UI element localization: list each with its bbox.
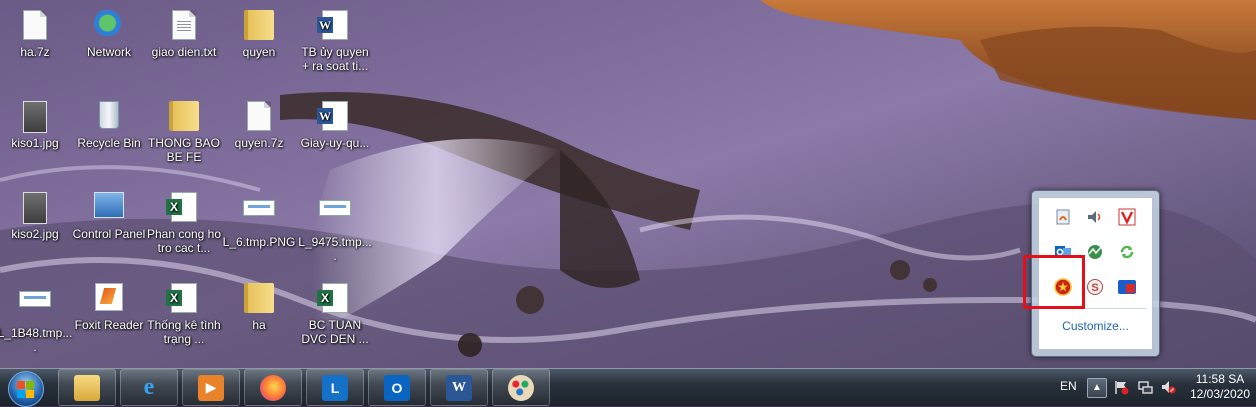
icon-label: TB ủy quyen + ra soat ti... bbox=[301, 45, 369, 73]
excel-doc-icon: X bbox=[317, 283, 351, 315]
folder-icon bbox=[168, 101, 200, 133]
desktop-icon-ha-folder[interactable]: ha bbox=[221, 283, 297, 332]
word-icon: W bbox=[446, 374, 472, 401]
desktop-icon-phan-cong[interactable]: X Phan cong ho tro cac t... bbox=[146, 192, 222, 255]
icon-label: BC TUAN DVC DEN ... bbox=[301, 318, 369, 346]
desktop-icon-recycle-bin[interactable]: Recycle Bin bbox=[71, 101, 147, 150]
desktop-icon-ha-7z[interactable]: ha.7z bbox=[0, 10, 73, 59]
show-hidden-icons-button[interactable]: ▲ bbox=[1087, 378, 1107, 398]
desktop-icon-l6-tmp[interactable]: L_6.tmp.PNG bbox=[221, 192, 297, 249]
icon-label: kiso2.jpg bbox=[11, 227, 59, 241]
recycle-bin-icon bbox=[93, 101, 125, 133]
icon-label: kiso1.jpg bbox=[11, 136, 59, 150]
file-icon bbox=[19, 10, 51, 42]
desktop-icon-thong-bao-be-fe[interactable]: THONG BAO BE FE bbox=[146, 101, 222, 164]
icon-label: Giay-uy-qu... bbox=[300, 136, 370, 150]
image-file-icon bbox=[19, 101, 51, 133]
taskbar-media-player-button[interactable]: ▶ bbox=[182, 369, 240, 406]
icon-label: L_6.tmp.PNG bbox=[222, 235, 296, 249]
windows-logo-icon bbox=[8, 371, 44, 407]
excel-doc-icon: X bbox=[166, 283, 200, 315]
icon-label: THONG BAO BE FE bbox=[147, 136, 220, 164]
image-file-icon bbox=[19, 192, 51, 224]
file-explorer-icon bbox=[74, 374, 100, 401]
taskbar-word-button[interactable]: W bbox=[430, 369, 488, 406]
icon-label: quyen bbox=[242, 45, 276, 59]
taskbar-explorer-button[interactable] bbox=[58, 369, 116, 406]
foxit-reader-icon bbox=[93, 283, 125, 315]
java-icon[interactable] bbox=[1052, 206, 1074, 228]
internet-explorer-icon: e bbox=[143, 374, 155, 400]
word-doc-icon: W bbox=[317, 101, 351, 133]
start-button[interactable] bbox=[4, 370, 46, 407]
annotation-highlight-box bbox=[1023, 255, 1085, 309]
text-file-icon bbox=[168, 10, 200, 42]
desktop-icon-kiso2[interactable]: kiso2.jpg bbox=[0, 192, 73, 241]
paint-icon bbox=[508, 374, 534, 401]
foxit-v-icon[interactable] bbox=[1116, 206, 1138, 228]
desktop-icon-bc-tuan[interactable]: X BC TUAN DVC DEN ... bbox=[297, 283, 373, 346]
folder-icon bbox=[243, 283, 275, 315]
desktop-icon-quyen-7z[interactable]: quyen.7z bbox=[221, 101, 297, 150]
tmp-image-icon bbox=[243, 200, 275, 232]
desktop-icon-giao-dien-txt[interactable]: giao dien.txt bbox=[146, 10, 222, 59]
tmp-image-icon bbox=[319, 200, 351, 232]
icon-label: quyen.7z bbox=[234, 136, 284, 150]
icon-label: L_1B48.tmp.... bbox=[0, 326, 73, 354]
desktop-icon-control-panel[interactable]: Control Panel bbox=[71, 192, 147, 241]
desktop-icon-tb-uy-quyen[interactable]: W TB ủy quyen + ra soat ti... bbox=[297, 10, 373, 73]
network-icon bbox=[93, 10, 125, 42]
system-clock[interactable]: 11:58 SA 12/03/2020 bbox=[1186, 372, 1254, 402]
word-doc-icon: W bbox=[317, 10, 351, 42]
file-icon bbox=[243, 101, 275, 133]
taskbar-lync-button[interactable]: L bbox=[306, 369, 364, 406]
icon-label: Network bbox=[86, 45, 131, 59]
icon-label: Recycle Bin bbox=[77, 136, 141, 150]
taskbar-outlook-button[interactable]: O bbox=[368, 369, 426, 406]
icon-label: L_9475.tmp.... bbox=[298, 235, 372, 263]
outlook-icon: O bbox=[384, 374, 410, 401]
clock-time: 11:58 SA bbox=[1195, 372, 1245, 386]
icon-label: Phan cong ho tro cac t... bbox=[146, 227, 222, 255]
language-indicator[interactable]: EN bbox=[1060, 379, 1077, 393]
taskbar-paint-button[interactable] bbox=[492, 369, 550, 406]
media-player-icon: ▶ bbox=[198, 374, 224, 401]
icon-label: Foxit Reader bbox=[74, 318, 144, 332]
folder-icon bbox=[243, 10, 275, 42]
volume-muted-icon[interactable] bbox=[1160, 379, 1176, 395]
sync-icon[interactable] bbox=[1116, 241, 1138, 263]
network-status-icon[interactable] bbox=[1137, 379, 1153, 395]
taskbar-ie-button[interactable]: e bbox=[120, 369, 178, 406]
desktop-icon-quyen-folder[interactable]: quyen bbox=[221, 10, 297, 59]
icon-label: Control Panel bbox=[72, 227, 146, 241]
desktop-icon-thong-ke[interactable]: X Thống kê tình trạng ... bbox=[146, 283, 222, 346]
icon-label: ha bbox=[252, 318, 266, 332]
icon-label: Thống kê tình trạng ... bbox=[147, 318, 221, 346]
action-center-flag-icon[interactable] bbox=[1113, 379, 1129, 395]
svg-text:S: S bbox=[1091, 282, 1098, 294]
desktop-icon-giay-uy-quyen[interactable]: W Giay-uy-qu... bbox=[297, 101, 373, 150]
desktop-icon-l1b48-tmp[interactable]: L_1B48.tmp.... bbox=[0, 283, 73, 354]
firefox-icon bbox=[260, 374, 286, 401]
icon-label: ha.7z bbox=[20, 45, 50, 59]
s-app-icon[interactable]: S bbox=[1084, 276, 1106, 298]
customize-link[interactable]: Customize... bbox=[1039, 319, 1152, 333]
taskbar-firefox-button[interactable] bbox=[244, 369, 302, 406]
control-panel-icon bbox=[93, 192, 125, 224]
network-activity-icon[interactable] bbox=[1084, 241, 1106, 263]
tmp-image-icon bbox=[19, 291, 51, 323]
desktop-icon-kiso1[interactable]: kiso1.jpg bbox=[0, 101, 73, 150]
vn-app-icon[interactable] bbox=[1116, 276, 1138, 298]
volume-icon[interactable] bbox=[1084, 206, 1106, 228]
icon-label: giao dien.txt bbox=[151, 45, 217, 59]
desktop-icon-l9475-tmp[interactable]: L_9475.tmp.... bbox=[297, 192, 373, 263]
desktop-icon-network[interactable]: Network bbox=[71, 10, 147, 59]
clock-date: 12/03/2020 bbox=[1189, 387, 1251, 401]
excel-doc-icon: X bbox=[166, 192, 200, 224]
taskbar: e ▶ L O W EN ▲ 11:58 SA 12/03/2020 bbox=[0, 368, 1256, 407]
lync-icon: L bbox=[322, 374, 348, 401]
desktop-icon-foxit-reader[interactable]: Foxit Reader bbox=[71, 283, 147, 332]
